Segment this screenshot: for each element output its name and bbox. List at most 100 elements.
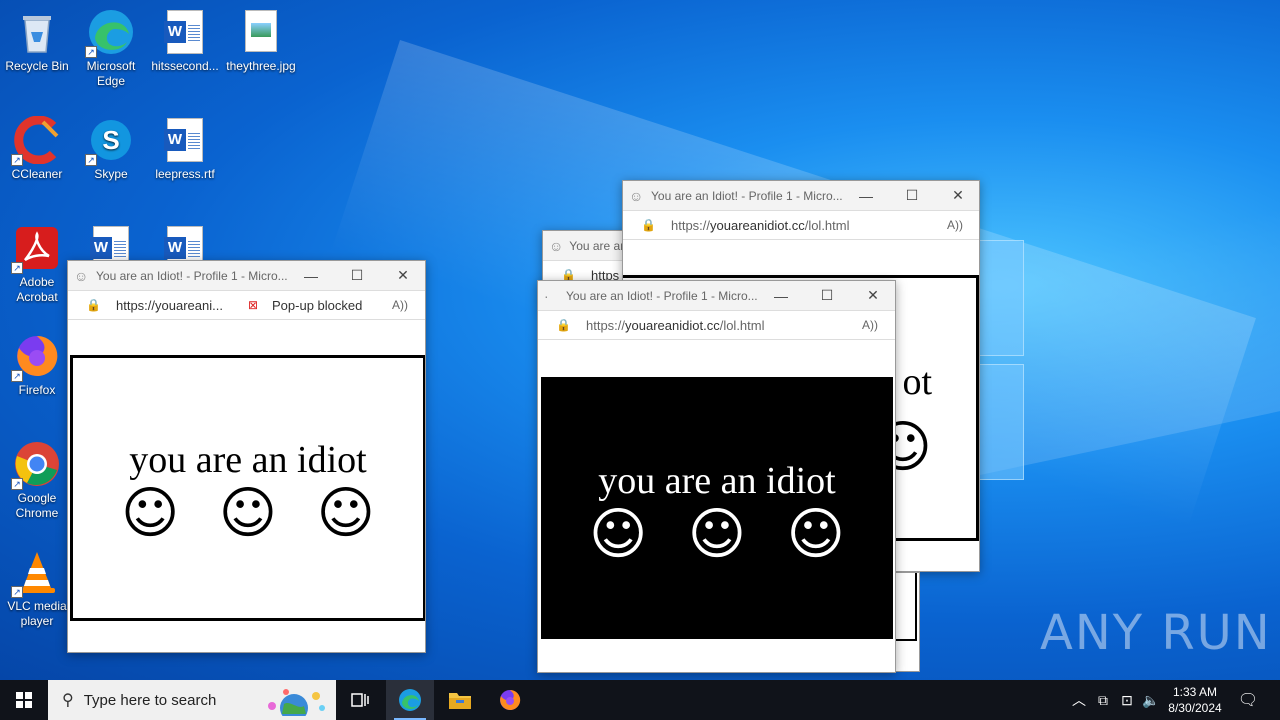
desktop-icon-ccleaner[interactable]: ↗ CCleaner [0,115,74,182]
page-content: you are an idiot ☺ ☺ ☺ [70,355,425,621]
windows-logo-icon [16,692,32,708]
close-button[interactable]: ✕ [935,181,979,210]
chevron-up-icon: ︿ [1072,692,1086,708]
show-hidden-icons-button[interactable]: ︿ [1068,680,1090,720]
desktop-icon-chrome[interactable]: ↗ Google Chrome [0,440,74,521]
desktop-icon-label: Google Chrome [15,491,59,520]
lock-icon: 🔒 [641,218,656,232]
shortcut-arrow-icon: ↗ [11,370,23,382]
window-title: You are an Idiot! - Profile 1 - Micro... [96,268,288,283]
desktop-icon-label: Skype [94,167,128,181]
address-bar[interactable]: 🔒 https://youareanidiot.cc/lol.html A)) [623,210,979,240]
volume-button[interactable]: 🔈 [1140,680,1162,720]
idiot-message: ot [902,361,932,403]
window-titlebar[interactable]: ☺ You are an Idiot! - Profile 1 - Micro.… [623,181,979,210]
smiley-face-icon: ☺ [687,502,747,567]
network-button[interactable]: ⊡ [1116,680,1138,720]
smiley-face-icon: ☺ [218,481,278,546]
shortcut-arrow-icon: ↗ [11,154,23,166]
desktop-icon-skype[interactable]: S ↗ Skype [74,116,148,182]
taskbar-firefox[interactable] [486,680,534,720]
desktop-icon-label: CCleaner [11,167,63,181]
read-aloud-icon[interactable]: A)) [947,218,963,232]
desktop-icon-label: theythree.jpg [226,59,296,73]
window-titlebar[interactable]: ☺ You are an Idiot! - Profile 1 - Micro.… [68,261,425,290]
taskbar-search-box[interactable]: ⚲ Type here to search [48,680,336,720]
lock-icon: 🔒 [86,298,101,312]
chrome-icon: ↗ [11,440,61,490]
desktop-icon-label: Microsoft Edge [86,59,136,88]
firefox-icon: ↗ [11,332,61,382]
desktop: Recycle Bin ↗ Microsoft Edge W hitssecon… [0,0,1280,680]
desktop-icon-acrobat[interactable]: ↗ Adobe Acrobat [0,224,74,305]
search-icon: ⚲ [62,692,74,709]
browser-window-middle[interactable]: · You are an Idiot! - Profile 1 - Micro.… [537,280,896,673]
desktop-icon-jpg[interactable]: theythree.jpg [224,8,298,74]
smiley-face-icon: ☺ [121,481,180,546]
word-document-icon: W [161,8,209,56]
system-clock[interactable]: 1:33 AM 8/30/2024 [1160,680,1230,720]
meet-now-button[interactable]: ⧉ [1092,680,1114,720]
folder-icon [449,693,471,709]
popup-blocked-label[interactable]: Pop-up blocked [272,298,362,313]
minimize-button[interactable]: — [758,281,804,310]
search-highlight-globe-icon [268,689,325,716]
minimize-button[interactable]: — [288,261,334,290]
maximize-button[interactable]: ☐ [804,281,850,310]
desktop-icon-firefox[interactable]: ↗ Firefox [0,332,74,398]
window-titlebar[interactable]: · You are an Idiot! - Profile 1 - Micro.… [538,281,895,310]
taskbar-edge[interactable] [386,680,434,720]
task-view-icon [351,693,369,707]
smiley-favicon-icon: ☺ [629,187,644,204]
smiley-favicon-icon: ☺ [74,267,89,284]
address-bar[interactable]: 🔒 https://youareani... ⊠ Pop-up blocked … [68,290,425,320]
browser-window-left[interactable]: ☺ You are an Idiot! - Profile 1 - Micro.… [67,260,426,653]
anyrun-watermark: ANY RUN [1040,605,1272,661]
camera-icon: ⧉ [1098,691,1108,708]
url-text: https://youareanidiot.cc/lol.html [586,317,765,333]
acrobat-icon: ↗ [11,224,61,274]
page-content: you are an idiot ☺ ☺ ☺ [541,377,893,639]
desktop-icon-label: Recycle Bin [5,59,69,73]
taskbar-file-explorer[interactable] [436,680,484,720]
window-title: You are an Idiot! - Profile 1 - Micro... [651,188,843,203]
clock-date: 8/30/2024 [1168,701,1222,715]
firefox-icon [500,689,521,710]
close-button[interactable]: ✕ [380,261,425,290]
svg-text:S: S [102,125,119,155]
desktop-icon-rtf[interactable]: W leepress.rtf [148,116,222,182]
edge-icon [399,689,421,711]
desktop-icon-vlc[interactable]: ↗ VLC media player [0,548,74,629]
url-text: https://youareanidiot.cc/lol.html [671,217,850,233]
search-placeholder: Type here to search [83,691,217,709]
shortcut-arrow-icon: ↗ [85,154,97,166]
start-button[interactable] [0,680,48,720]
word-document-icon: W [161,116,209,164]
idiot-message: you are an idiot [598,460,836,502]
action-center-button[interactable]: 🗨 [1232,680,1264,720]
network-icon: ⊡ [1121,691,1133,708]
maximize-button[interactable]: ☐ [889,181,935,210]
desktop-icon-recycle-bin[interactable]: Recycle Bin [0,8,74,74]
task-view-button[interactable] [336,680,384,720]
lock-icon: 🔒 [556,318,571,332]
ccleaner-icon: ↗ [11,115,61,166]
idiot-message: you are an idiot [129,439,367,481]
desktop-icon-edge[interactable]: ↗ Microsoft Edge [74,8,148,89]
popup-blocked-icon[interactable]: ⊠ [248,298,258,312]
smiley-face-icon: ☺ [589,502,648,567]
desktop-icon-label: VLC media player [7,599,67,628]
maximize-button[interactable]: ☐ [334,261,380,290]
read-aloud-icon[interactable]: A)) [392,298,408,312]
close-button[interactable]: ✕ [850,281,895,310]
url-text: https://youareani... [116,297,223,313]
desktop-icon-word-doc[interactable]: W hitssecond... [148,8,222,74]
read-aloud-icon[interactable]: A)) [862,318,878,332]
address-bar[interactable]: 🔒 https://youareanidiot.cc/lol.html A)) [538,310,895,340]
minimize-button[interactable]: — [843,181,889,210]
smiley-favicon-icon: ☺ [549,237,564,254]
smiley-face-icon: ☺ [316,481,375,546]
edge-icon: ↗ [85,8,135,58]
vlc-icon: ↗ [11,548,61,598]
smiley-favicon-icon: · [544,287,549,304]
